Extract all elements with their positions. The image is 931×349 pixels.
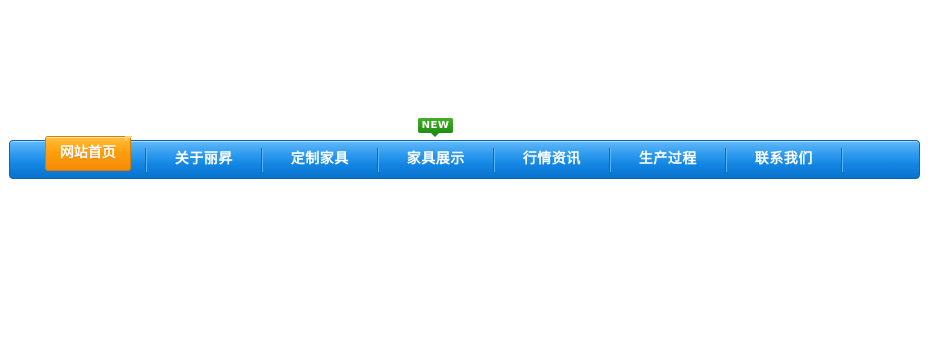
nav-divider [609,148,611,172]
new-badge-label: NEW [421,120,450,131]
nav-item-label: 生产过程 [639,151,697,167]
nav-item-custom-furniture[interactable]: 定制家具 [263,141,377,178]
new-badge-pointer [431,133,439,137]
nav-divider [493,148,495,172]
nav-item-market-news[interactable]: 行情资讯 [495,141,609,178]
nav-divider [261,148,263,172]
nav-item-about[interactable]: 关于丽昇 [147,141,261,178]
nav-item-production-process[interactable]: 生产过程 [611,141,725,178]
nav-item-contact-us[interactable]: 联系我们 [727,141,841,178]
nav-item-label: 网站首页 [60,145,116,161]
nav-divider [725,148,727,172]
nav-item-label: 定制家具 [291,151,349,167]
nav-item-home[interactable]: 网站首页 [45,136,131,171]
nav-item-label: 关于丽昇 [175,151,233,167]
home-tab-fold-corner [125,136,133,141]
nav-divider [377,148,379,172]
new-badge: NEW [418,118,453,133]
nav-divider [145,148,147,172]
main-navigation-bar: 关于丽昇 定制家具 家具展示 行情资讯 生产过程 联系我们 [9,140,920,179]
nav-item-label: 联系我们 [755,151,813,167]
nav-item-label: 行情资讯 [523,151,581,167]
nav-item-furniture-showcase[interactable]: 家具展示 [379,141,493,178]
nav-divider [841,148,843,172]
nav-item-label: 家具展示 [407,151,465,167]
